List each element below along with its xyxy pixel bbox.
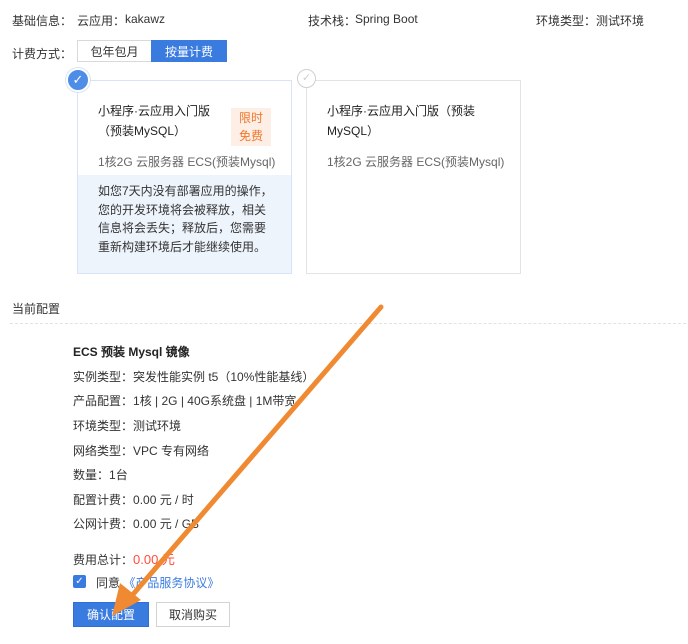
plan-release-note: 如您7天内没有部署应用的操作，您的开发环境将会被释放，相关信息将会丢失；释放后，… bbox=[78, 175, 291, 273]
config-value: 1台 bbox=[109, 468, 128, 482]
plan-title: 小程序·云应用入门版（预装MySQL） bbox=[327, 104, 475, 138]
config-row-network-fee: 公网计费：0.00 元 / GB bbox=[73, 515, 199, 532]
billing-option-pay-as-you-go[interactable]: 按量计费 bbox=[151, 40, 227, 62]
basic-info-label: 基础信息： bbox=[12, 14, 73, 28]
plan-card-starter-selected[interactable]: 小程序·云应用入门版（预装MySQL） 限时免费 1核2G 云服务器 ECS(预… bbox=[77, 80, 292, 274]
selected-check-icon: ✓ bbox=[66, 68, 90, 92]
config-row-instance-type: 实例类型：突发性能实例 t5（10%性能基线） bbox=[73, 368, 314, 385]
env-label: 环境类型： bbox=[536, 14, 597, 28]
app-value: kakawz bbox=[125, 12, 166, 26]
config-value: 突发性能实例 t5（10%性能基线） bbox=[133, 370, 315, 384]
config-value: 1核 | 2G | 40G系统盘 | 1M带宽 bbox=[133, 394, 297, 408]
config-value: VPC 专有网络 bbox=[133, 444, 210, 458]
config-row-network: 网络类型：VPC 专有网络 bbox=[73, 442, 209, 459]
config-value: 测试环境 bbox=[133, 419, 182, 433]
plan-spec: 1核2G 云服务器 ECS(预装Mysql) bbox=[98, 155, 276, 169]
plan-spec: 1核2G 云服务器 ECS(预装Mysql) bbox=[327, 155, 505, 169]
config-label: 网络类型： bbox=[73, 444, 134, 458]
total-label: 费用总计： bbox=[73, 553, 134, 567]
config-label: 产品配置： bbox=[73, 394, 134, 408]
config-label: 公网计费： bbox=[73, 517, 134, 531]
free-badge: 限时免费 bbox=[231, 108, 271, 146]
plan-card-starter[interactable]: 小程序·云应用入门版（预装MySQL） 1核2G 云服务器 ECS(预装Mysq… bbox=[306, 80, 521, 274]
config-row-product: 产品配置：1核 | 2G | 40G系统盘 | 1M带宽 bbox=[73, 392, 296, 409]
config-row-env: 环境类型：测试环境 bbox=[73, 417, 181, 434]
current-config-heading: 当前配置 bbox=[12, 302, 61, 316]
config-label: 配置计费： bbox=[73, 493, 134, 507]
agreement-checkbox[interactable]: ✓ bbox=[73, 575, 86, 588]
plan-title: 小程序·云应用入门版（预装MySQL） bbox=[98, 104, 210, 138]
config-row-quantity: 数量：1台 bbox=[73, 466, 128, 483]
total-value: 0.00 元 bbox=[133, 552, 175, 567]
image-name: ECS 预装 Mysql 镜像 bbox=[73, 345, 190, 359]
config-value: 0.00 元 / 时 bbox=[133, 493, 194, 507]
config-label: 实例类型： bbox=[73, 370, 134, 384]
stack-value: Spring Boot bbox=[355, 12, 418, 26]
agreement-text: 同意 《产品服务协议》 bbox=[96, 574, 219, 591]
env-value: 测试环境 bbox=[596, 14, 645, 28]
billing-label: 计费方式： bbox=[12, 47, 73, 61]
agreement-prefix: 同意 bbox=[96, 576, 121, 590]
service-agreement-link[interactable]: 《产品服务协议》 bbox=[123, 576, 219, 590]
app-label: 云应用： bbox=[77, 14, 126, 28]
confirm-config-button[interactable]: 确认配置 bbox=[73, 602, 149, 627]
total-cost: 费用总计：0.00 元 bbox=[73, 549, 175, 568]
config-value: 0.00 元 / GB bbox=[133, 517, 200, 531]
billing-option-annual[interactable]: 包年包月 bbox=[77, 40, 152, 62]
cancel-purchase-button[interactable]: 取消购买 bbox=[156, 602, 230, 627]
config-row-config-fee: 配置计费：0.00 元 / 时 bbox=[73, 491, 194, 508]
stack-label: 技术栈： bbox=[308, 14, 357, 28]
config-label: 环境类型： bbox=[73, 419, 134, 433]
unselected-check-icon: ✓ bbox=[297, 69, 316, 88]
config-label: 数量： bbox=[73, 468, 110, 482]
section-divider bbox=[10, 323, 686, 324]
